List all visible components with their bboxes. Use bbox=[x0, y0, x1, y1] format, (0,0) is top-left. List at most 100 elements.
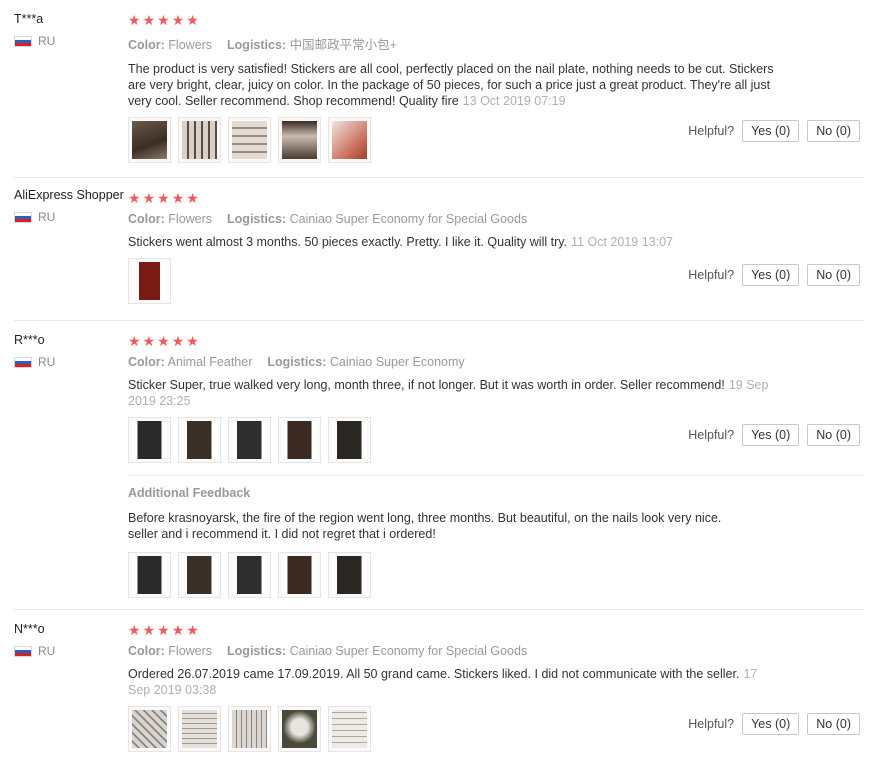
reviewer-name: AliExpress Shopper bbox=[14, 188, 124, 202]
review-date: 11 Oct 2019 13:07 bbox=[571, 235, 673, 249]
helpful-no-button[interactable]: No (0) bbox=[807, 424, 860, 446]
star-icon: ★ bbox=[128, 12, 141, 28]
helpful-no-button[interactable]: No (0) bbox=[807, 713, 860, 735]
review-photo-thumbnail[interactable] bbox=[328, 117, 371, 163]
country-code: RU bbox=[38, 34, 56, 48]
helpful-label: Helpful? bbox=[688, 124, 735, 138]
review-photo-thumbnail[interactable] bbox=[178, 417, 221, 463]
review-photo-thumbnail[interactable] bbox=[228, 706, 271, 752]
helpful-voting: Helpful? Yes (0) No (0) bbox=[688, 713, 860, 735]
logistics-value: Cainiao Super Economy bbox=[329, 355, 465, 369]
reviewer-country: RU bbox=[14, 34, 129, 48]
star-icon: ★ bbox=[128, 333, 141, 349]
reviewer-name: R***o bbox=[14, 333, 45, 347]
review-body: ★ ★ ★ ★ ★ Color: Flowers Logistics: Cainiao … bbox=[128, 188, 848, 304]
review-text-content: Sticker Super, true walked very long, mo… bbox=[128, 378, 725, 392]
review-photo-thumbnail[interactable] bbox=[278, 552, 321, 598]
star-icon: ★ bbox=[128, 622, 141, 638]
additional-feedback: Additional Feedback Before krasnoyarsk, … bbox=[128, 475, 864, 598]
review-photo-thumbnail[interactable] bbox=[228, 552, 271, 598]
review-photo-thumbnail[interactable] bbox=[178, 706, 221, 752]
review-text-content: Stickers went almost 3 months. 50 pieces… bbox=[128, 235, 568, 249]
review-item: AliExpress Shopper RU ★ ★ ★ ★ ★ Color: Flowe… bbox=[14, 188, 864, 321]
star-icon: ★ bbox=[128, 190, 141, 206]
review-photo-thumbnail[interactable] bbox=[228, 117, 271, 163]
review-meta: Color: Flowers Logistics: Cainiao Super … bbox=[128, 212, 848, 226]
review-photo-thumbnail[interactable] bbox=[128, 417, 171, 463]
logistics-value: Cainiao Super Economy for Special Goods bbox=[289, 644, 528, 658]
helpful-yes-button[interactable]: Yes (0) bbox=[742, 424, 800, 446]
logistics-label: Logistics: bbox=[267, 355, 327, 369]
star-icon: ★ bbox=[186, 12, 199, 28]
review-text: The product is very satisfied! Stickers … bbox=[128, 61, 778, 109]
color-value: Animal Feather bbox=[167, 355, 253, 369]
review-item: T***a RU ★ ★ ★ ★ ★ Color: Flowers Logistics:… bbox=[14, 12, 864, 178]
reviewer-name: N***o bbox=[14, 622, 45, 636]
review-photo-thumbnail[interactable] bbox=[178, 552, 221, 598]
review-photo-thumbnail[interactable] bbox=[128, 117, 171, 163]
star-icon: ★ bbox=[157, 12, 170, 28]
helpful-yes-button[interactable]: Yes (0) bbox=[742, 120, 800, 142]
star-icon: ★ bbox=[186, 622, 199, 638]
review-photo-thumbnail[interactable] bbox=[228, 417, 271, 463]
star-icon: ★ bbox=[157, 190, 170, 206]
helpful-no-button[interactable]: No (0) bbox=[807, 264, 860, 286]
reviewer-name: T***a bbox=[14, 12, 44, 26]
russia-flag-icon bbox=[14, 645, 32, 657]
color-value: Flowers bbox=[168, 38, 213, 52]
helpful-yes-button[interactable]: Yes (0) bbox=[742, 264, 800, 286]
helpful-voting: Helpful? Yes (0) No (0) bbox=[688, 120, 860, 142]
color-label: Color: bbox=[128, 355, 165, 369]
russia-flag-icon bbox=[14, 35, 32, 47]
helpful-label: Helpful? bbox=[688, 717, 735, 731]
reviewer-info: N***o RU bbox=[14, 622, 129, 658]
review-photo-thumbnail[interactable] bbox=[128, 552, 171, 598]
star-icon: ★ bbox=[171, 190, 185, 206]
star-icon: ★ bbox=[171, 622, 185, 638]
helpful-label: Helpful? bbox=[688, 428, 735, 442]
star-rating: ★ ★ ★ ★ ★ bbox=[128, 12, 848, 28]
logistics-label: Logistics: bbox=[227, 644, 287, 658]
review-photo-thumbnail[interactable] bbox=[278, 117, 321, 163]
review-meta: Color: Flowers Logistics: 中国邮政平常小包+ bbox=[128, 34, 848, 53]
russia-flag-icon bbox=[14, 211, 32, 223]
review-photo-thumbnail[interactable] bbox=[278, 417, 321, 463]
star-rating: ★ ★ ★ ★ ★ bbox=[128, 333, 848, 349]
additional-feedback-photos bbox=[128, 552, 864, 598]
reviewer-country: RU bbox=[14, 355, 129, 369]
star-icon: ★ bbox=[157, 333, 170, 349]
review-photo-thumbnail[interactable] bbox=[328, 552, 371, 598]
color-label: Color: bbox=[128, 644, 165, 658]
reviewer-country: RU bbox=[14, 210, 129, 224]
review-photo-thumbnail[interactable] bbox=[128, 258, 171, 304]
star-icon: ★ bbox=[142, 333, 156, 349]
review-text: Stickers went almost 3 months. 50 pieces… bbox=[128, 234, 778, 250]
star-icon: ★ bbox=[142, 190, 156, 206]
helpful-yes-button[interactable]: Yes (0) bbox=[742, 713, 800, 735]
review-photo-thumbnail[interactable] bbox=[328, 417, 371, 463]
review-text-content: Ordered 26.07.2019 came 17.09.2019. All … bbox=[128, 667, 740, 681]
review-meta: Color: Animal Feather Logistics: Cainiao… bbox=[128, 355, 848, 369]
reviewer-info: T***a RU bbox=[14, 12, 129, 48]
review-item: R***o RU ★ ★ ★ ★ ★ Color: Animal Feather Log… bbox=[14, 333, 864, 610]
color-value: Flowers bbox=[168, 212, 213, 226]
review-date: 13 Oct 2019 07:19 bbox=[462, 94, 566, 108]
helpful-no-button[interactable]: No (0) bbox=[807, 120, 860, 142]
review-photo-thumbnail[interactable] bbox=[178, 117, 221, 163]
additional-feedback-title: Additional Feedback bbox=[128, 486, 251, 500]
additional-feedback-text: Before krasnoyarsk, the fire of the regi… bbox=[128, 511, 722, 541]
star-icon: ★ bbox=[171, 12, 185, 28]
review-photo-thumbnail[interactable] bbox=[328, 706, 371, 752]
review-meta: Color: Flowers Logistics: Cainiao Super … bbox=[128, 644, 848, 658]
color-label: Color: bbox=[128, 212, 165, 226]
review-item: N***o RU ★ ★ ★ ★ ★ Color: Flowers Logistics:… bbox=[14, 622, 864, 769]
star-icon: ★ bbox=[186, 333, 199, 349]
review-photo-thumbnail[interactable] bbox=[128, 706, 171, 752]
country-code: RU bbox=[38, 355, 56, 369]
star-icon: ★ bbox=[157, 622, 170, 638]
review-photo-thumbnail[interactable] bbox=[278, 706, 321, 752]
helpful-label: Helpful? bbox=[688, 268, 735, 282]
reviewer-info: R***o RU bbox=[14, 333, 129, 369]
review-text: Ordered 26.07.2019 came 17.09.2019. All … bbox=[128, 666, 778, 698]
star-rating: ★ ★ ★ ★ ★ bbox=[128, 622, 848, 638]
